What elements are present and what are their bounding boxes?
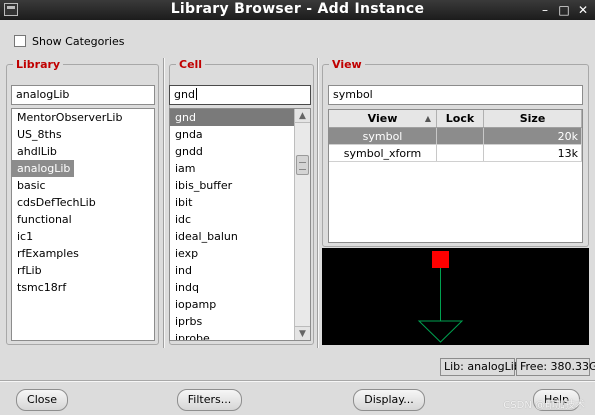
- cell-list-item[interactable]: ibit: [170, 194, 294, 211]
- ground-symbol-icon: [417, 251, 464, 343]
- library-list[interactable]: MentorObserverLib US_8ths ahdlLib analogLib…: [11, 108, 155, 341]
- text-caret: [195, 88, 197, 100]
- column-header-view[interactable]: View ▲: [329, 110, 437, 127]
- size-cell: 13k: [484, 145, 582, 161]
- scroll-thumb[interactable]: [296, 155, 309, 175]
- library-list-item[interactable]: rfLib: [12, 262, 154, 279]
- size-cell: 20k: [484, 128, 582, 144]
- library-list-item[interactable]: ahdlLib: [12, 143, 154, 160]
- filters-button[interactable]: Filters...: [177, 389, 242, 411]
- cell-list-item[interactable]: ideal_balun: [170, 228, 294, 245]
- scroll-down-icon[interactable]: ▼: [295, 326, 310, 340]
- library-list-item[interactable]: MentorObserverLib: [12, 109, 154, 126]
- minimize-icon[interactable]: –: [537, 2, 553, 18]
- cell-list-item[interactable]: iam: [170, 160, 294, 177]
- ground-triangle: [417, 320, 464, 343]
- sort-ascending-icon: ▲: [424, 114, 431, 123]
- view-legend: View: [329, 59, 365, 71]
- view-table[interactable]: View ▲ Lock Size symbol 20k symbol_xform …: [328, 109, 583, 243]
- cell-list-item[interactable]: ibis_buffer: [170, 177, 294, 194]
- view-cell: symbol_xform: [329, 145, 437, 161]
- library-list-item[interactable]: tsmc18rf: [12, 279, 154, 296]
- cell-list[interactable]: gnd gnda gndd iam ibis_buffer ibit idc ideal_ba…: [169, 108, 311, 341]
- splitter[interactable]: [317, 58, 319, 348]
- column-header-size[interactable]: Size: [484, 110, 582, 127]
- show-categories-toggle[interactable]: Show Categories: [14, 33, 124, 49]
- cell-list-item[interactable]: iprbs: [170, 313, 294, 330]
- library-list-item[interactable]: rfExamples: [12, 245, 154, 262]
- display-button[interactable]: Display...: [353, 389, 425, 411]
- cell-list-item[interactable]: gnd: [170, 109, 294, 126]
- window-title: Library Browser - Add Instance: [170, 1, 425, 17]
- cell-list-item[interactable]: ind: [170, 262, 294, 279]
- cell-list-item[interactable]: gnda: [170, 126, 294, 143]
- lock-cell: [437, 145, 484, 161]
- pin-marker: [432, 251, 449, 268]
- library-filter-input[interactable]: analogLib: [11, 85, 155, 105]
- cell-filter-input[interactable]: gnd: [169, 85, 311, 105]
- symbol-preview: [322, 248, 589, 345]
- status-free-space: Free: 380.33G: [516, 358, 595, 376]
- library-list-item[interactable]: basic: [12, 177, 154, 194]
- cell-list-item[interactable]: iopamp: [170, 296, 294, 313]
- library-list-item[interactable]: functional: [12, 211, 154, 228]
- view-cell: symbol: [329, 128, 437, 144]
- show-categories-label: Show Categories: [32, 34, 125, 48]
- maximize-icon[interactable]: □: [556, 2, 572, 18]
- table-row[interactable]: symbol 20k: [329, 128, 582, 145]
- cell-list-item[interactable]: gndd: [170, 143, 294, 160]
- show-categories-checkbox[interactable]: [14, 35, 26, 47]
- cell-list-item[interactable]: indq: [170, 279, 294, 296]
- table-row[interactable]: symbol_xform 13k: [329, 145, 582, 162]
- library-list-item[interactable]: analogLib: [12, 160, 75, 177]
- scroll-up-icon[interactable]: ▲: [295, 109, 310, 123]
- splitter[interactable]: [163, 58, 165, 348]
- library-list-item[interactable]: ic1: [12, 228, 154, 245]
- view-table-header: View ▲ Lock Size: [329, 110, 582, 128]
- status-lib: Lib: analogLib: [440, 358, 521, 376]
- lock-cell: [437, 128, 484, 144]
- cell-legend: Cell: [176, 59, 206, 71]
- column-header-lock[interactable]: Lock: [437, 110, 484, 127]
- library-list-item[interactable]: cdsDefTechLib: [12, 194, 154, 211]
- cell-list-scrollbar[interactable]: ▲ ▼: [294, 109, 310, 340]
- library-list-item[interactable]: US_8ths: [12, 126, 154, 143]
- close-icon[interactable]: ✕: [575, 2, 591, 18]
- close-button[interactable]: Close: [16, 389, 68, 411]
- watermark: CSDN @印加技术: [503, 400, 585, 411]
- cell-list-item[interactable]: iprobe: [170, 330, 294, 340]
- cell-list-item[interactable]: iexp: [170, 245, 294, 262]
- view-filter-input[interactable]: symbol: [328, 85, 583, 105]
- cell-list-item[interactable]: idc: [170, 211, 294, 228]
- library-legend: Library: [13, 59, 64, 71]
- divider: [0, 380, 595, 382]
- cell-filter-value: gnd: [174, 88, 195, 101]
- title-bar: Library Browser - Add Instance – □ ✕: [0, 0, 595, 20]
